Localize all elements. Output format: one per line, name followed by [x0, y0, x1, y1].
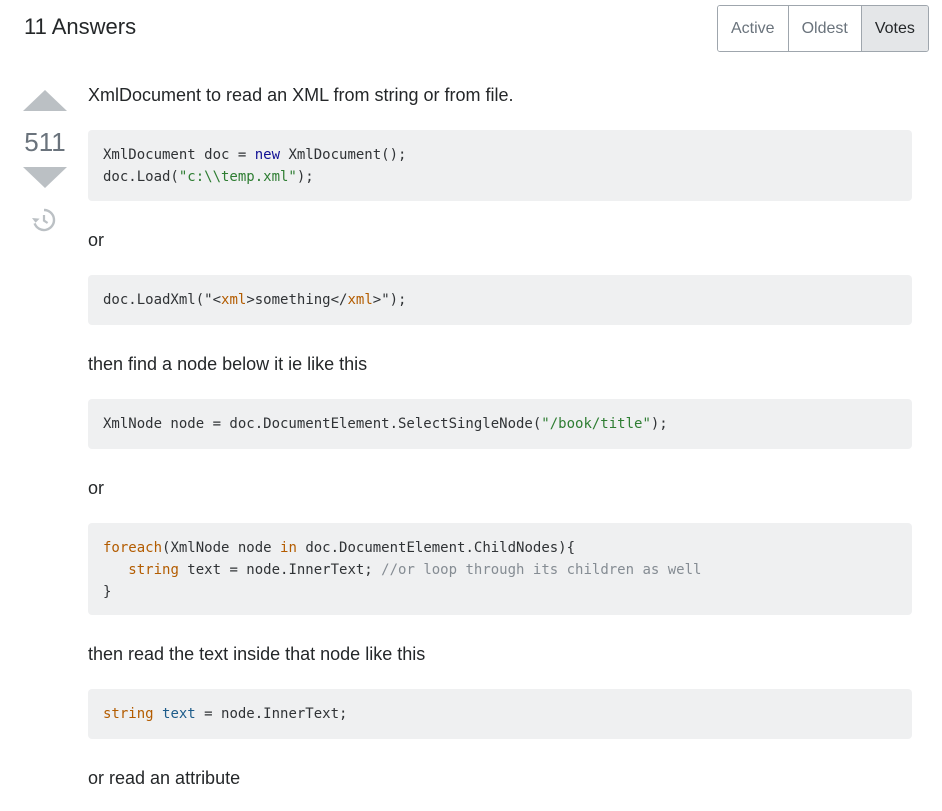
history-icon[interactable] [31, 207, 57, 233]
answer-paragraph: then read the text inside that node like… [88, 644, 426, 664]
sort-tab-oldest[interactable]: Oldest [788, 6, 862, 51]
answer-sort-tabs: Active Oldest Votes [717, 5, 929, 52]
vote-cell: 511 [22, 90, 68, 238]
answer-paragraph: or [88, 478, 105, 498]
answers-count-heading: 11 Answers [24, 14, 137, 39]
vote-up-icon[interactable] [23, 90, 67, 111]
answer-paragraph: or [88, 230, 105, 250]
code-block: foreach(XmlNode node in doc.DocumentElem… [88, 523, 912, 615]
answer-paragraph: XmlDocument to read an XML from string o… [88, 85, 514, 105]
code-block: XmlDocument doc = new XmlDocument(); doc… [88, 130, 912, 201]
vote-count: 511 [24, 127, 66, 157]
sort-tab-votes[interactable]: Votes [861, 6, 928, 51]
vote-down-icon[interactable] [23, 167, 67, 188]
answer-paragraph: then find a node below it ie like this [88, 354, 368, 374]
answer-paragraph: or read an attribute [88, 768, 241, 788]
code-block: XmlNode node = doc.DocumentElement.Selec… [88, 399, 912, 449]
code-block: string text = node.InnerText; [88, 689, 912, 739]
sort-tab-active[interactable]: Active [718, 6, 789, 51]
code-block: doc.LoadXml("<xml>something</xml>"); [88, 275, 912, 325]
